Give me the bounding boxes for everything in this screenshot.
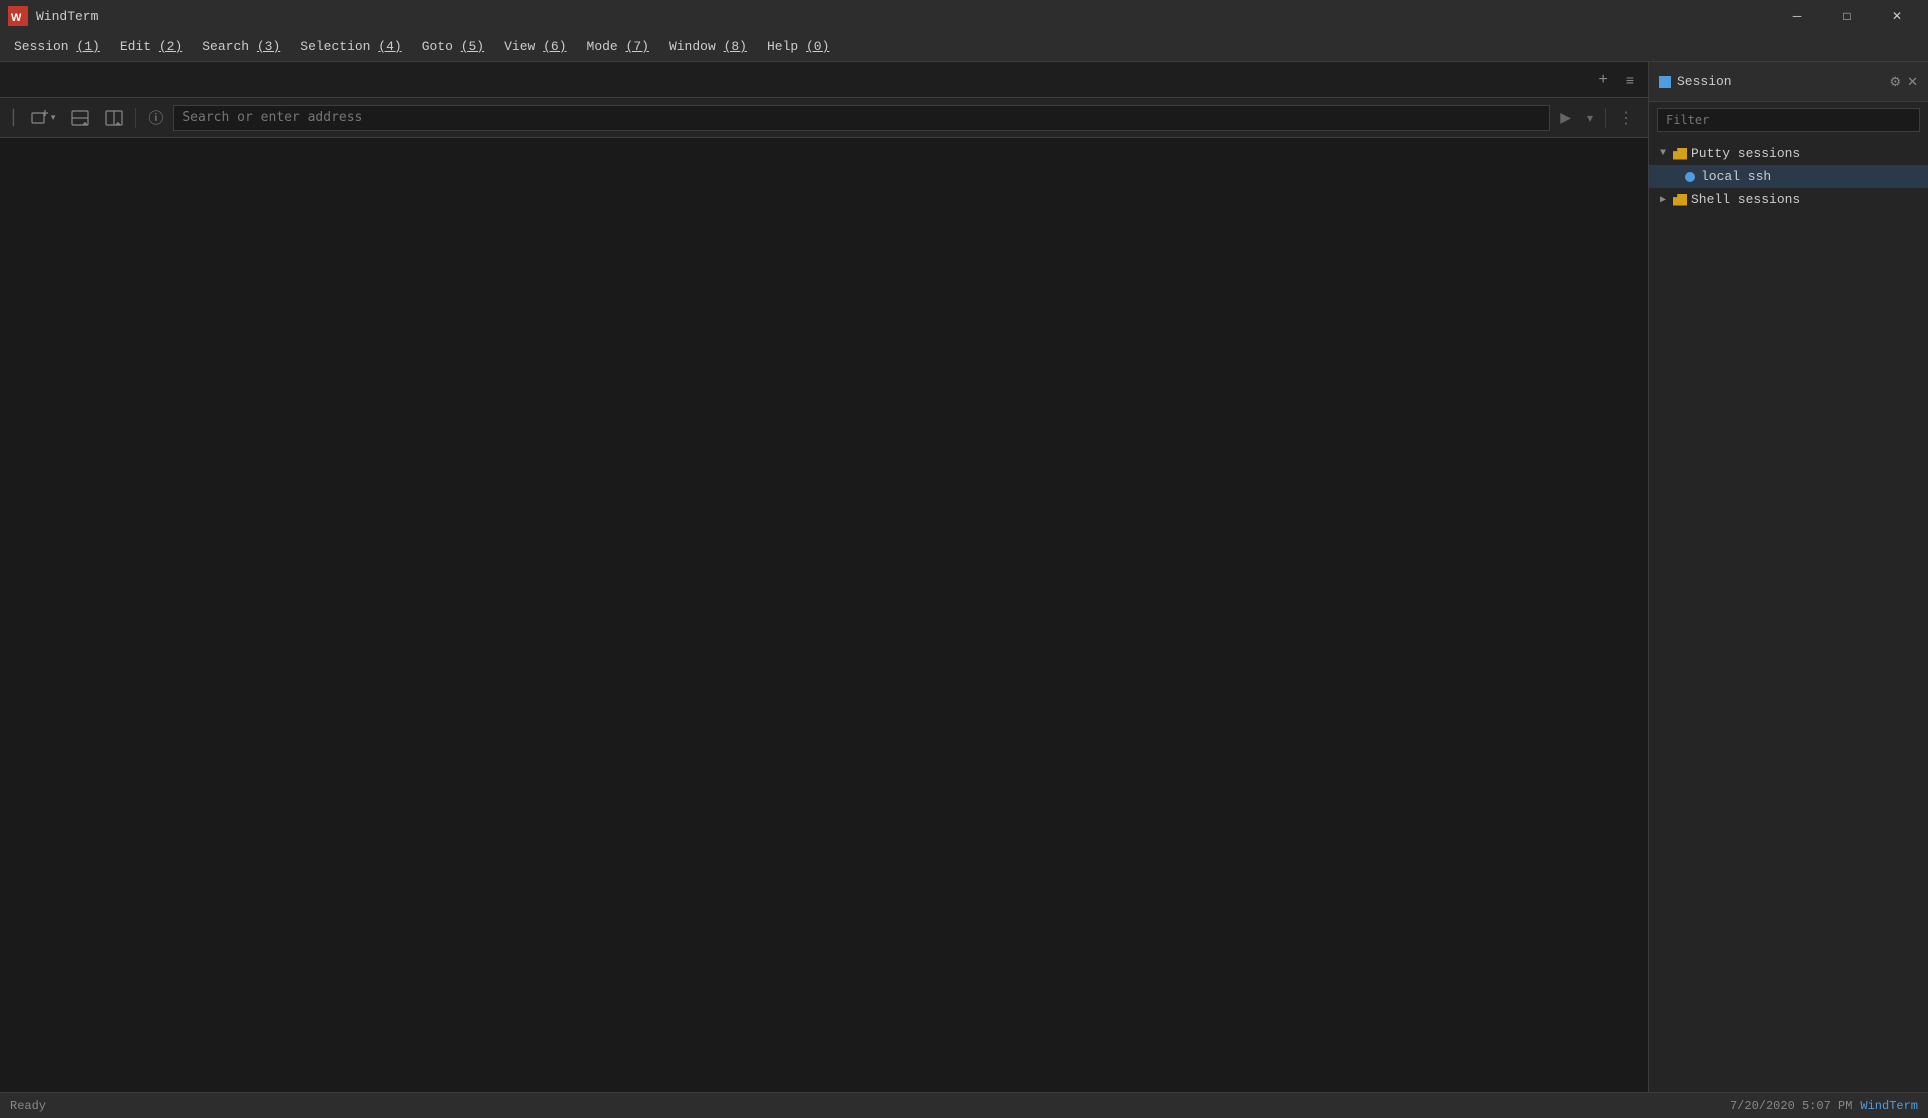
address-dropdown-button[interactable]: ▾ — [1581, 108, 1599, 128]
maximize-button[interactable]: □ — [1824, 0, 1870, 32]
address-input[interactable] — [173, 105, 1550, 131]
menu-mode[interactable]: Mode (7) — [577, 35, 659, 58]
session-panel: Session ⚙ ✕ ▼ Putty sessions local ssh — [1648, 62, 1928, 1092]
main-layout: + ≡ | ▾ — [0, 62, 1928, 1092]
shell-expand-arrow: ▶ — [1657, 194, 1669, 206]
panel-title: Session — [1677, 74, 1883, 89]
putty-sessions-header[interactable]: ▼ Putty sessions — [1649, 142, 1928, 165]
panel-header: Session ⚙ ✕ — [1649, 62, 1928, 102]
session-panel-icon — [1659, 76, 1671, 88]
shell-folder-icon — [1673, 194, 1687, 206]
putty-sessions-group: ▼ Putty sessions local ssh — [1649, 142, 1928, 188]
info-button[interactable]: ⓘ — [142, 104, 169, 131]
split-horizontal-button[interactable] — [65, 106, 95, 130]
new-session-button[interactable]: ▾ — [25, 106, 62, 130]
shell-sessions-label: Shell sessions — [1691, 192, 1800, 207]
local-ssh-item[interactable]: local ssh — [1649, 165, 1928, 188]
putty-expand-arrow: ▼ — [1657, 148, 1669, 159]
local-ssh-status-dot — [1685, 172, 1695, 182]
menu-edit[interactable]: Edit (2) — [110, 35, 192, 58]
add-tab-button[interactable]: + — [1592, 68, 1613, 92]
vertical-bar: | — [8, 108, 19, 128]
status-bar: Ready 7/20/2020 5:07 PM WindTerm — [0, 1092, 1928, 1118]
window-controls: ─ □ ✕ — [1774, 0, 1920, 32]
menu-session[interactable]: Session (1) — [4, 35, 110, 58]
menu-help[interactable]: Help (0) — [757, 35, 839, 58]
putty-folder-icon — [1673, 148, 1687, 160]
more-options-button[interactable]: ⋮ — [1612, 105, 1640, 131]
session-filter-input[interactable] — [1657, 108, 1920, 132]
menu-bar: Session (1) Edit (2) Search (3) Selectio… — [0, 32, 1928, 62]
panel-controls: ⚙ ✕ — [1889, 74, 1918, 90]
go-button[interactable]: ▶ — [1554, 106, 1577, 129]
new-session-dropdown-icon: ▾ — [51, 112, 56, 123]
tab-menu-button[interactable]: ≡ — [1620, 69, 1640, 91]
panel-settings-button[interactable]: ⚙ — [1889, 74, 1901, 90]
session-tree: ▼ Putty sessions local ssh ▶ Shell sessi… — [1649, 138, 1928, 1092]
title-bar: W WindTerm ─ □ ✕ — [0, 0, 1928, 32]
app-logo: W — [8, 6, 28, 26]
terminal-area[interactable] — [0, 138, 1648, 1092]
toolbar: | ▾ — [0, 98, 1648, 138]
status-brand: WindTerm — [1860, 1099, 1918, 1113]
svg-text:W: W — [11, 12, 22, 24]
split-vertical-button[interactable] — [99, 106, 129, 130]
minimize-button[interactable]: ─ — [1774, 0, 1820, 32]
local-ssh-label: local ssh — [1701, 169, 1771, 184]
menu-selection[interactable]: Selection (4) — [290, 35, 411, 58]
toolbar-divider — [135, 108, 136, 128]
shell-sessions-header[interactable]: ▶ Shell sessions — [1649, 188, 1928, 211]
menu-view[interactable]: View (6) — [494, 35, 576, 58]
shell-sessions-group: ▶ Shell sessions — [1649, 188, 1928, 211]
status-datetime: 7/20/2020 5:07 PM — [1730, 1099, 1852, 1113]
menu-window[interactable]: Window (8) — [659, 35, 757, 58]
close-button[interactable]: ✕ — [1874, 0, 1920, 32]
app-title: WindTerm — [36, 9, 1774, 24]
putty-sessions-label: Putty sessions — [1691, 146, 1800, 161]
menu-goto[interactable]: Goto (5) — [412, 35, 494, 58]
toolbar-divider-2 — [1605, 108, 1606, 128]
content-area: + ≡ | ▾ — [0, 62, 1648, 1092]
tabs-row: + ≡ — [0, 62, 1648, 98]
status-text: Ready — [10, 1099, 1730, 1113]
menu-search[interactable]: Search (3) — [192, 35, 290, 58]
panel-close-button[interactable]: ✕ — [1907, 74, 1918, 90]
